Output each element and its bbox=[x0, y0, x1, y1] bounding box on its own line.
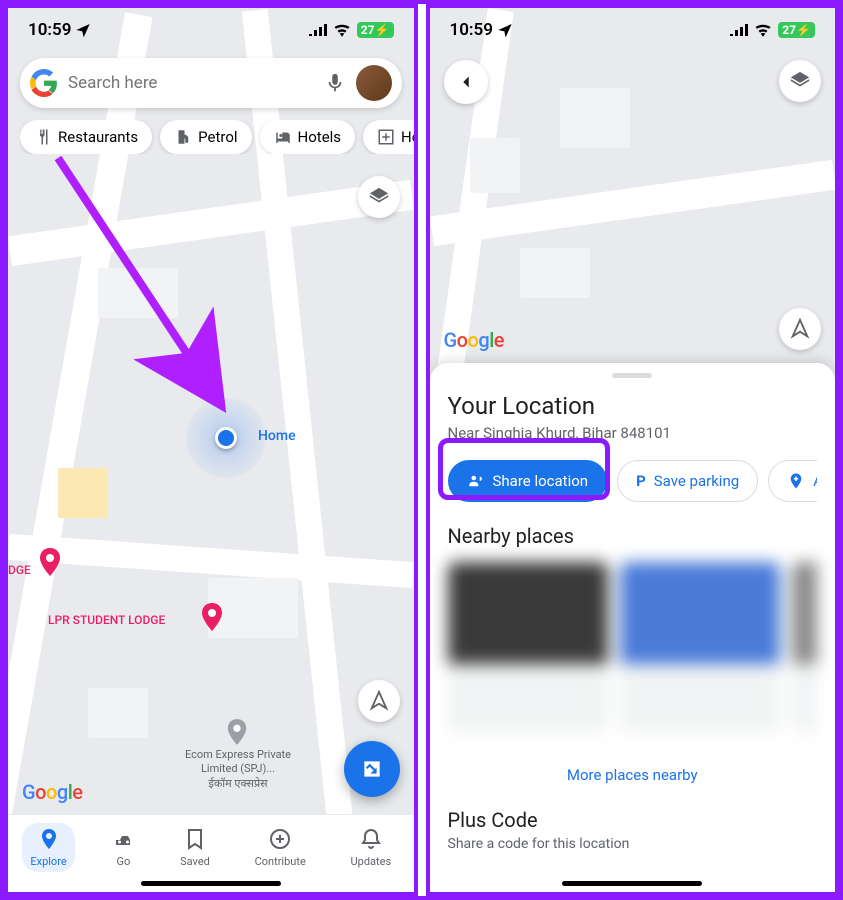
back-button[interactable] bbox=[444, 60, 488, 104]
nav-contribute[interactable]: Contribute bbox=[247, 823, 314, 872]
nav-updates[interactable]: Updates bbox=[343, 823, 400, 872]
layers-icon bbox=[368, 186, 390, 208]
add-button[interactable]: Add bbox=[768, 460, 817, 502]
nav-saved[interactable]: Saved bbox=[172, 823, 218, 872]
poi-lodge-full: LPR STUDENT LODGE bbox=[48, 613, 165, 627]
explore-icon bbox=[37, 827, 61, 851]
nearby-title: Nearby places bbox=[448, 524, 818, 548]
status-time-2: 10:59 bbox=[450, 20, 493, 40]
home-label: Home bbox=[258, 428, 296, 444]
directions-icon bbox=[359, 756, 385, 782]
more-places-link[interactable]: More places nearby bbox=[448, 752, 818, 798]
chevron-left-icon bbox=[455, 71, 477, 93]
saved-icon bbox=[183, 827, 207, 851]
place-name: Ecom Express Private Limited (SPJ)...ईकॉ… bbox=[168, 748, 308, 791]
place-pin[interactable] bbox=[226, 718, 248, 746]
wifi-icon bbox=[333, 23, 351, 37]
plus-code-subtitle: Share a code for this location bbox=[448, 836, 818, 852]
directions-fab[interactable] bbox=[344, 741, 400, 797]
nearby-card[interactable] bbox=[792, 562, 818, 732]
nearby-card[interactable] bbox=[448, 562, 608, 732]
hotel-icon bbox=[274, 128, 292, 146]
signal-icon bbox=[309, 24, 327, 36]
add-pin-icon bbox=[787, 472, 805, 490]
navigate-arrow-icon bbox=[368, 690, 390, 712]
updates-icon bbox=[359, 827, 383, 851]
chip-hotels[interactable]: Hotels bbox=[260, 120, 356, 154]
recenter-button-2[interactable] bbox=[779, 308, 821, 350]
location-arrow-icon bbox=[75, 22, 91, 38]
battery-indicator: 27⚡ bbox=[357, 22, 394, 38]
nav-explore[interactable]: Explore bbox=[22, 823, 74, 872]
location-sheet[interactable]: Your Location Near Singhia Khurd, Bihar … bbox=[430, 363, 836, 892]
search-input[interactable] bbox=[58, 73, 324, 93]
restaurant-icon bbox=[34, 128, 52, 146]
google-watermark-2: Google bbox=[444, 328, 505, 352]
sheet-handle[interactable] bbox=[612, 373, 652, 378]
status-bar: 10:59 27⚡ bbox=[8, 8, 414, 52]
poi-lodge-short: DGE bbox=[8, 563, 31, 577]
recenter-button[interactable] bbox=[358, 680, 400, 722]
signal-icon-2 bbox=[730, 24, 748, 36]
status-bar-2: 10:59 27⚡ bbox=[430, 8, 836, 52]
share-location-button[interactable]: Share location bbox=[448, 460, 608, 502]
profile-avatar[interactable] bbox=[356, 65, 392, 101]
action-buttons: Share location P Save parking Add bbox=[448, 460, 818, 502]
contribute-icon bbox=[268, 827, 292, 851]
layers-button-2[interactable] bbox=[779, 60, 821, 102]
location-arrow-icon-2 bbox=[497, 22, 513, 38]
lodge-pin-2[interactable] bbox=[200, 603, 224, 631]
plus-code-title: Plus Code bbox=[448, 808, 818, 832]
status-time: 10:59 bbox=[28, 20, 71, 40]
microphone-icon[interactable] bbox=[324, 72, 346, 94]
lodge-pin-1[interactable] bbox=[38, 548, 62, 576]
wifi-icon-2 bbox=[754, 23, 772, 37]
search-bar[interactable] bbox=[20, 58, 402, 108]
google-watermark: Google bbox=[22, 780, 83, 804]
google-logo-icon bbox=[30, 69, 58, 97]
sheet-subtitle: Near Singhia Khurd, Bihar 848101 bbox=[448, 424, 818, 442]
phone-screen-1: 10:59 27⚡ Restaurants Petrol Hotels Hosp… bbox=[4, 4, 418, 896]
battery-indicator-2: 27⚡ bbox=[778, 22, 815, 38]
parking-icon: P bbox=[636, 472, 646, 490]
home-indicator-2[interactable] bbox=[562, 881, 702, 886]
phone-screen-2: 10:59 27⚡ Google Your Location Near Sing… bbox=[426, 4, 840, 896]
layers-button[interactable] bbox=[358, 176, 400, 218]
home-indicator[interactable] bbox=[141, 881, 281, 886]
hospital-icon bbox=[377, 128, 395, 146]
share-person-icon bbox=[467, 472, 485, 490]
nearby-places-row[interactable] bbox=[448, 562, 818, 732]
annotation-arrow bbox=[48, 148, 248, 428]
navigate-arrow-icon-2 bbox=[789, 318, 811, 340]
go-icon bbox=[111, 827, 135, 851]
nearby-card[interactable] bbox=[620, 562, 780, 732]
sheet-title: Your Location bbox=[448, 392, 818, 420]
chip-hospitals[interactable]: Hospitals bbox=[363, 120, 413, 154]
layers-icon-2 bbox=[789, 70, 811, 92]
nav-go[interactable]: Go bbox=[103, 823, 143, 872]
petrol-icon bbox=[174, 128, 192, 146]
save-parking-button[interactable]: P Save parking bbox=[617, 460, 758, 502]
